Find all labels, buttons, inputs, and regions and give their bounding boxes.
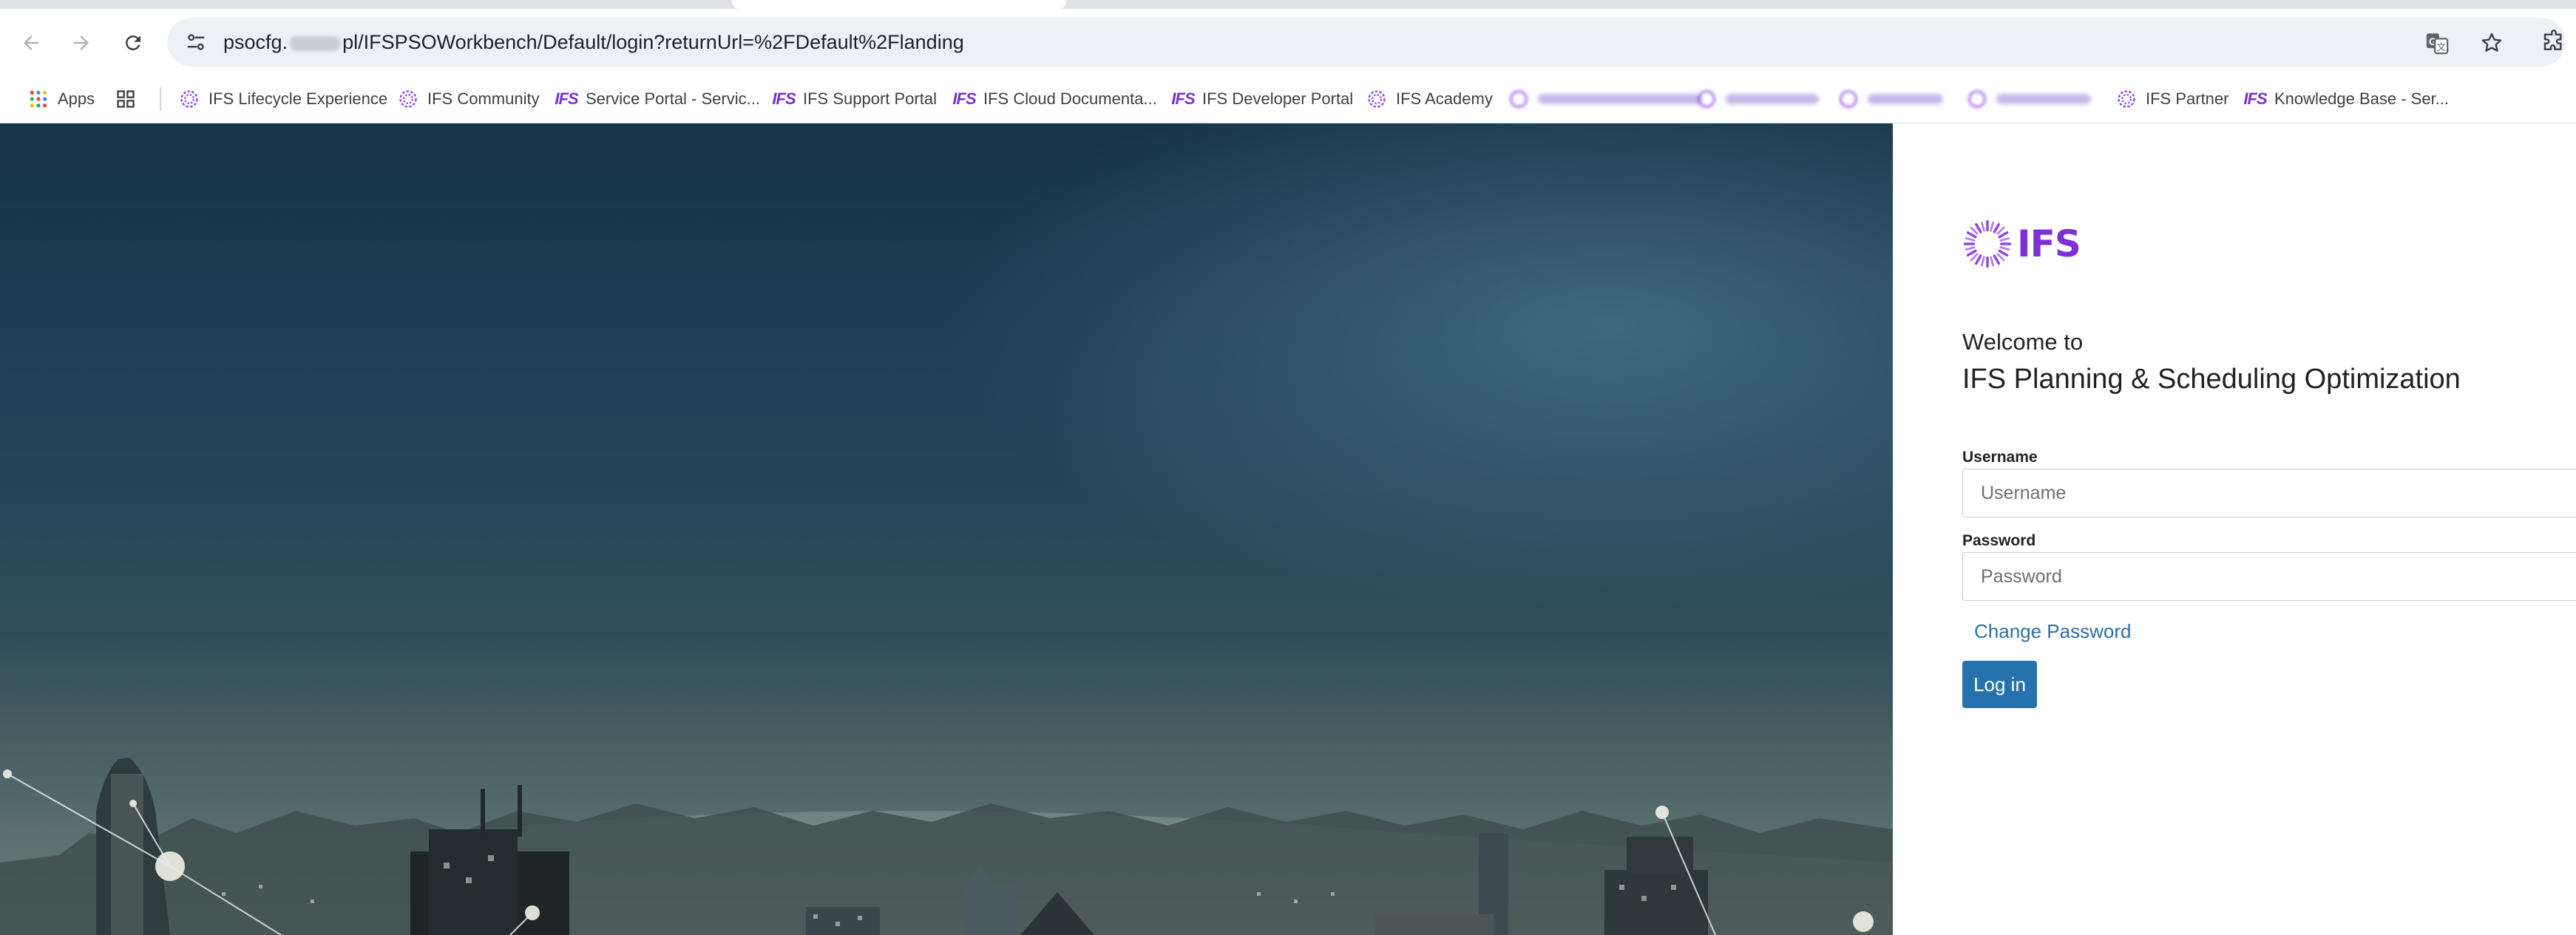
reload-icon — [125, 35, 140, 50]
extensions-button[interactable] — [2539, 27, 2569, 56]
bookmark-label: IFS Cloud Documenta... — [983, 89, 1157, 108]
ifs-swirl-icon — [1508, 89, 1529, 109]
bookmark-star-button[interactable] — [2477, 28, 2506, 58]
tune-icon — [187, 34, 205, 50]
bookmark-label: Knowledge Base - Ser... — [2274, 89, 2450, 108]
logo-text: IFS — [2017, 222, 2081, 265]
ifs-swirl-icon — [398, 89, 418, 109]
url-text[interactable]: psocfg. pl/IFSPSOWorkbench/Default/login?… — [223, 18, 964, 67]
skyline-illustration — [0, 123, 1893, 935]
bookmark-label: IFS Support Portal — [803, 89, 937, 108]
url-redacted — [290, 35, 341, 51]
bookmark-label: IFS Partner — [2146, 89, 2229, 108]
arrow-left-icon — [24, 35, 38, 50]
bookmark-redacted-2[interactable] — [1696, 75, 1819, 123]
username-label: Username — [1962, 449, 2038, 466]
reload-button[interactable] — [117, 27, 149, 59]
bookmark-ifs-partner[interactable]: IFS Partner — [2116, 75, 2228, 123]
redacted-label — [1726, 94, 1819, 104]
bookmark-ifs-cloud-docs[interactable]: IFS IFS Cloud Documenta... — [952, 75, 1157, 123]
login-panel: IFS Welcome to IFS Planning & Scheduling… — [1894, 123, 2576, 935]
grid-icon — [115, 89, 136, 109]
change-password-link[interactable]: Change Password — [1974, 620, 2131, 643]
ifs-text-icon: IFS — [2243, 89, 2267, 108]
bookmark-redacted-4[interactable] — [1967, 75, 2091, 123]
product-title: IFS Planning & Scheduling Optimization — [1962, 364, 2461, 395]
tab-groups-button[interactable] — [115, 75, 145, 123]
tab-strip — [0, 0, 2576, 9]
ifs-swirl-icon — [2116, 89, 2137, 109]
forward-button[interactable] — [65, 27, 98, 59]
apps-grid-icon — [28, 89, 49, 109]
bookmark-label: IFS Community — [427, 89, 540, 108]
bookmark-service-portal[interactable]: IFS Service Portal - Servic... — [555, 75, 760, 123]
welcome-text: Welcome to — [1962, 329, 2084, 355]
url-suffix: pl/IFSPSOWorkbench/Default/login?returnU… — [342, 31, 964, 53]
ifs-swirl-icon — [1366, 89, 1387, 109]
bookmark-label: Service Portal - Servic... — [586, 89, 760, 108]
bookmark-knowledge-base[interactable]: IFS Knowledge Base - Ser... — [2243, 75, 2450, 123]
bookmark-label: IFS Lifecycle Experience — [209, 89, 388, 108]
star-icon — [2481, 33, 2502, 52]
translate-button[interactable]: G 文 — [2422, 28, 2452, 58]
bookmark-ifs-community[interactable]: IFS Community — [398, 75, 540, 123]
ifs-swirl-icon — [1838, 89, 1859, 109]
ifs-swirl-icon — [1963, 220, 2012, 268]
bookmark-ifs-lifecycle[interactable]: IFS Lifecycle Experience — [179, 75, 387, 123]
arrow-right-icon — [74, 35, 89, 50]
ifs-text-icon: IFS — [1171, 89, 1195, 108]
city-skyline-background — [0, 123, 1893, 935]
bookmark-redacted-3[interactable] — [1838, 75, 1943, 123]
back-button[interactable] — [15, 27, 47, 59]
site-info-button[interactable] — [182, 28, 210, 56]
ifs-text-icon: IFS — [772, 89, 796, 108]
bookmark-apps[interactable]: Apps — [28, 75, 95, 123]
address-bar[interactable]: psocfg. pl/IFSPSOWorkbench/Default/login?… — [167, 18, 2566, 67]
redacted-label — [1538, 94, 1702, 104]
username-input[interactable] — [1962, 469, 2576, 517]
bookmark-label: Apps — [58, 89, 95, 108]
bookmarks-separator — [160, 87, 161, 111]
translate-icon: G 文 — [2426, 33, 2449, 55]
ifs-swirl-icon — [1696, 89, 1717, 109]
login-button[interactable]: Log in — [1962, 661, 2037, 708]
svg-text:文: 文 — [2436, 42, 2446, 53]
browser-toolbar: psocfg. pl/IFSPSOWorkbench/Default/login?… — [0, 9, 2576, 75]
bookmark-redacted-1[interactable] — [1508, 75, 1702, 123]
ifs-text-icon: IFS — [952, 89, 976, 108]
puzzle-icon — [2543, 30, 2562, 50]
bookmark-ifs-developer-portal[interactable]: IFS IFS Developer Portal — [1171, 75, 1354, 123]
bookmark-label: IFS Academy — [1396, 89, 1493, 108]
active-tab[interactable] — [732, 0, 1066, 9]
url-prefix: psocfg. — [223, 31, 288, 53]
redacted-label — [1868, 94, 1943, 104]
bookmark-ifs-academy[interactable]: IFS Academy — [1366, 75, 1493, 123]
ifs-swirl-icon — [1967, 89, 1987, 109]
bookmark-label: IFS Developer Portal — [1202, 89, 1354, 108]
bookmarks-bar: Apps IFS Lifecycle Experience IFS Commun… — [0, 75, 2576, 123]
bookmark-ifs-support-portal[interactable]: IFS IFS Support Portal — [772, 75, 937, 123]
ifs-logo: IFS — [1962, 218, 2081, 270]
ifs-text-icon: IFS — [555, 89, 578, 108]
password-input[interactable] — [1962, 552, 2576, 601]
ifs-swirl-icon — [179, 89, 200, 109]
password-label: Password — [1962, 532, 2036, 549]
redacted-label — [1996, 94, 2091, 104]
